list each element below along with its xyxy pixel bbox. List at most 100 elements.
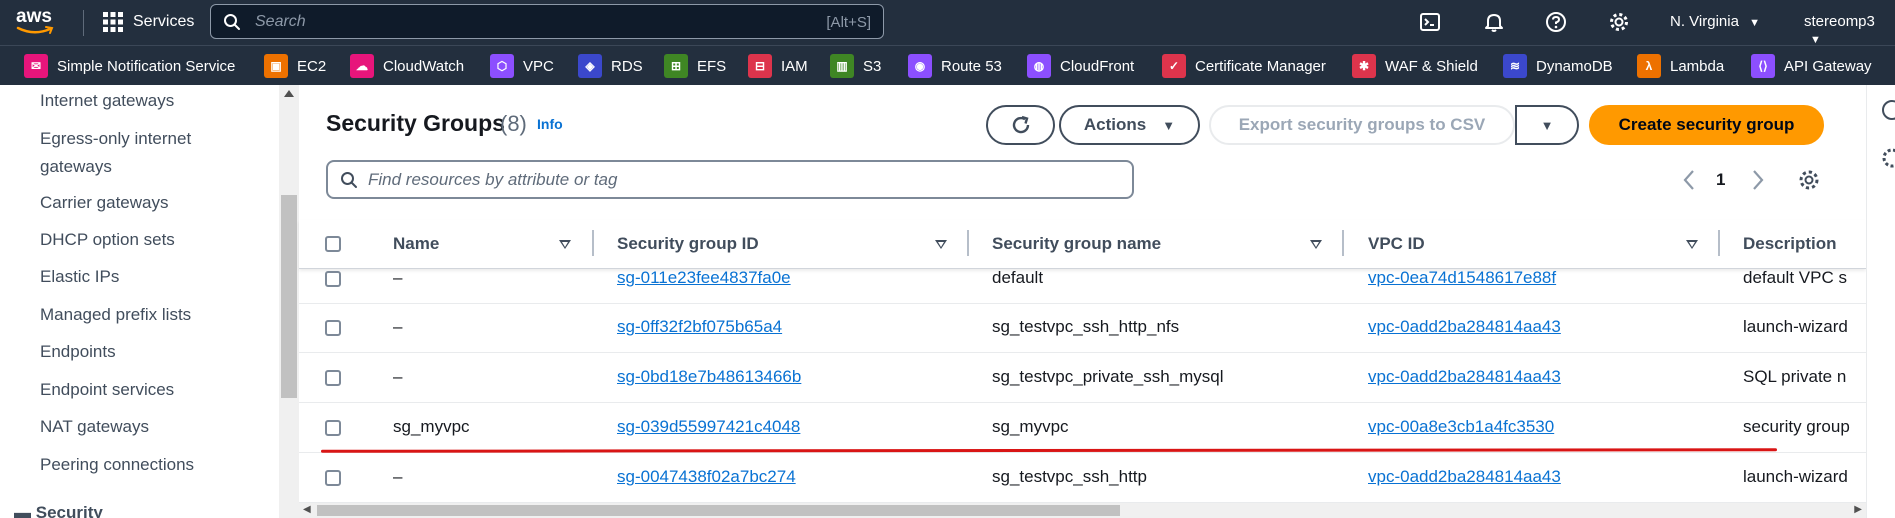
global-search-input[interactable]: Search [Alt+S]: [210, 4, 884, 39]
select-all-checkbox[interactable]: [325, 236, 341, 252]
services-menu-button[interactable]: Services: [133, 13, 194, 31]
favorite-sns[interactable]: ✉ Simple Notification Service: [24, 53, 235, 79]
scroll-up-arrow-icon[interactable]: [284, 90, 294, 97]
row-checkbox[interactable]: [325, 470, 341, 486]
cell-vpc-id-link[interactable]: vpc-0add2ba284814aa43: [1368, 317, 1561, 337]
horizontal-scrollbar-thumb[interactable]: [317, 505, 1120, 516]
help-icon[interactable]: [1545, 11, 1567, 33]
scroll-left-arrow-icon[interactable]: ◀: [303, 504, 311, 515]
table-horizontal-scrollbar[interactable]: ◀ ▶: [299, 503, 1866, 518]
account-menu[interactable]: stereomp3 ▼: [1804, 13, 1895, 47]
table-row[interactable]: – sg-0047438f02a7bc274 sg_testvpc_ssh_ht…: [299, 453, 1866, 503]
sort-icon[interactable]: [559, 240, 571, 249]
cell-vpc-id-link[interactable]: vpc-0add2ba284814aa43: [1368, 367, 1561, 387]
cell-vpc-id-link[interactable]: vpc-00a8e3cb1a4fc3530: [1368, 417, 1554, 437]
sidebar-item-nat-gateways[interactable]: NAT gateways: [40, 413, 240, 441]
filter-placeholder: Find resources by attribute or tag: [368, 170, 618, 189]
favorite-dynamodb[interactable]: ≋ DynamoDB: [1503, 53, 1613, 79]
column-resizer[interactable]: [592, 230, 594, 256]
sidebar-item-managed-prefix-lists[interactable]: Managed prefix lists: [40, 301, 240, 329]
sort-icon[interactable]: [935, 240, 947, 249]
favorite-cloudfront[interactable]: ◍ CloudFront: [1027, 53, 1134, 79]
sidebar-item-carrier-gateways[interactable]: Carrier gateways: [40, 189, 240, 217]
column-header-name[interactable]: Name: [393, 234, 439, 254]
favorite-label: IAM: [781, 57, 808, 75]
cell-description: launch-wizard: [1743, 317, 1848, 336]
favorite-vpc[interactable]: ⬡ VPC: [490, 53, 554, 79]
actions-dropdown-button[interactable]: Actions ▼: [1059, 105, 1200, 145]
favorite-rds[interactable]: ◈ RDS: [578, 53, 643, 79]
cloudwatch-icon: ☁: [350, 54, 374, 78]
right-utility-panel: [1866, 85, 1895, 518]
favorite-efs[interactable]: ⊞ EFS: [664, 53, 726, 79]
cell-security-group-id-link[interactable]: sg-0047438f02a7bc274: [617, 467, 796, 487]
sidebar-item-peering-connections[interactable]: Peering connections: [40, 451, 240, 479]
favorite-iam[interactable]: ⊟ IAM: [748, 53, 808, 79]
info-link[interactable]: Info: [537, 116, 563, 132]
sidebar-item-dhcp-option-sets[interactable]: DHCP option sets: [40, 226, 240, 254]
favorite-ec2[interactable]: ▣ EC2: [264, 53, 326, 79]
favorite-s3[interactable]: ▥ S3: [830, 53, 881, 79]
cell-security-group-id-link[interactable]: sg-011e23fee4837fa0e: [617, 268, 791, 288]
sidebar-item-internet-gateways[interactable]: Internet gateways: [40, 87, 240, 115]
caret-down-icon: ▼: [1162, 117, 1176, 133]
column-header-security-group-id[interactable]: Security group ID: [617, 234, 759, 254]
services-grid-icon[interactable]: [103, 12, 123, 32]
row-checkbox[interactable]: [325, 271, 341, 287]
column-resizer[interactable]: [967, 230, 969, 256]
aws-logo[interactable]: aws: [16, 6, 66, 38]
cell-vpc-id-link[interactable]: vpc-0add2ba284814aa43: [1368, 467, 1561, 487]
create-security-group-button[interactable]: Create security group: [1589, 105, 1824, 145]
column-header-description[interactable]: Description: [1743, 234, 1837, 254]
notifications-bell-icon[interactable]: [1483, 11, 1505, 33]
column-resizer[interactable]: [1718, 230, 1720, 256]
favorite-waf-shield[interactable]: ✱ WAF & Shield: [1352, 53, 1478, 79]
row-checkbox[interactable]: [325, 320, 341, 336]
export-csv-button[interactable]: Export security groups to CSV: [1209, 105, 1515, 145]
scroll-right-arrow-icon[interactable]: ▶: [1854, 504, 1862, 515]
sort-icon[interactable]: [1686, 240, 1698, 249]
cell-vpc-id-link[interactable]: vpc-0ea74d1548617e88f: [1368, 268, 1556, 288]
sidebar-item-endpoint-services[interactable]: Endpoint services: [40, 376, 240, 404]
export-options-dropdown[interactable]: ▼: [1515, 105, 1579, 145]
row-checkbox[interactable]: [325, 420, 341, 436]
sidebar-section-security[interactable]: ▬ Security: [14, 503, 103, 518]
filter-input[interactable]: Find resources by attribute or tag: [326, 160, 1134, 199]
sidebar-item-egress-only-internet-gateways[interactable]: Egress-only internet gateways: [40, 125, 230, 181]
row-checkbox[interactable]: [325, 370, 341, 386]
table-preferences-gear-icon[interactable]: [1797, 168, 1821, 192]
settings-gear-icon[interactable]: [1608, 11, 1630, 33]
table-row[interactable]: – sg-011e23fee4837fa0e default vpc-0ea74…: [299, 268, 1866, 304]
cell-security-group-id-link[interactable]: sg-039d55997421c4048: [617, 417, 800, 437]
sort-icon[interactable]: [1310, 240, 1322, 249]
favorite-cloudwatch[interactable]: ☁ CloudWatch: [350, 53, 464, 79]
table-row[interactable]: – sg-0ff32f2bf075b65a4 sg_testvpc_ssh_ht…: [299, 303, 1866, 353]
sidebar-item-endpoints[interactable]: Endpoints: [40, 338, 240, 366]
next-page-icon[interactable]: [1751, 169, 1765, 191]
cell-security-group-id-link[interactable]: sg-0ff32f2bf075b65a4: [617, 317, 782, 337]
favorite-lambda[interactable]: λ Lambda: [1637, 53, 1724, 79]
refresh-button[interactable]: [986, 105, 1055, 145]
cell-security-group-id-link[interactable]: sg-0bd18e7b48613466b: [617, 367, 801, 387]
favorite-route53[interactable]: ◉ Route 53: [908, 53, 1002, 79]
current-page-number[interactable]: 1: [1716, 170, 1725, 190]
dynamodb-icon: ≋: [1503, 54, 1527, 78]
column-header-security-group-name[interactable]: Security group name: [992, 234, 1161, 254]
sidebar-scrollbar[interactable]: [279, 85, 299, 518]
feedback-panel-icon[interactable]: [1881, 147, 1895, 169]
sidebar-scrollbar-thumb[interactable]: [281, 195, 297, 398]
region-selector[interactable]: N. Virginia ▼: [1670, 13, 1760, 30]
info-panel-icon[interactable]: [1881, 99, 1895, 121]
cell-name: sg_myvpc: [393, 417, 470, 436]
table-row[interactable]: sg_myvpc sg-039d55997421c4048 sg_myvpc v…: [299, 403, 1866, 453]
favorite-api-gateway[interactable]: ⟨⟩ API Gateway: [1751, 53, 1872, 79]
column-resizer[interactable]: [1342, 230, 1344, 256]
favorite-certificate-manager[interactable]: ✓ Certificate Manager: [1162, 53, 1326, 79]
cloudshell-icon[interactable]: [1419, 11, 1441, 33]
favorite-label: VPC: [523, 57, 554, 75]
sidebar-item-elastic-ips[interactable]: Elastic IPs: [40, 263, 240, 291]
aws-logo-text: aws: [16, 6, 52, 27]
table-row[interactable]: – sg-0bd18e7b48613466b sg_testvpc_privat…: [299, 353, 1866, 403]
previous-page-icon[interactable]: [1682, 169, 1696, 191]
column-header-vpc-id[interactable]: VPC ID: [1368, 234, 1425, 254]
